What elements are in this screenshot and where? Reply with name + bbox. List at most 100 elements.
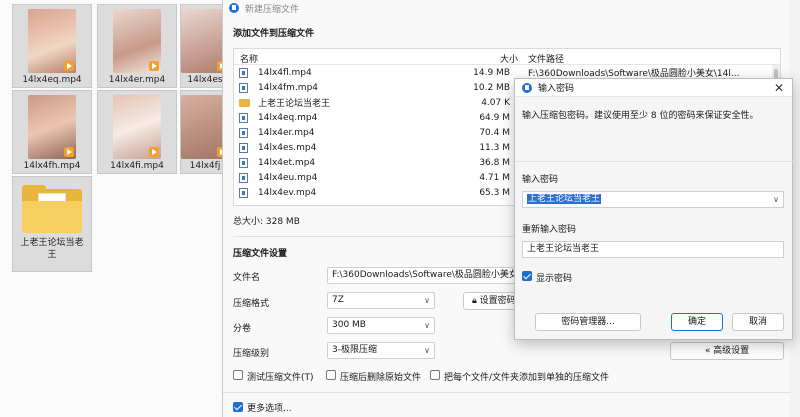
file-size: 36.8 M <box>479 157 510 168</box>
play-icon <box>64 61 74 71</box>
split-label: 分卷 <box>233 324 252 334</box>
file-size: 11.3 M <box>479 142 510 153</box>
video-file-icon <box>239 173 248 183</box>
format-value: 7Z <box>332 295 344 305</box>
ok-button[interactable]: 确定 <box>671 313 723 331</box>
level-select[interactable]: 3-极限压缩 ∨ <box>327 342 435 359</box>
show-password-checkbox[interactable] <box>522 271 532 281</box>
dialog-title: 新建压缩文件 <box>245 4 300 15</box>
tile-label: 14lx4eq.mp4 <box>22 75 82 85</box>
file-name: 14lx4et.mp4 <box>258 157 316 168</box>
file-size: 70.4 M <box>479 127 510 138</box>
play-icon <box>64 147 74 157</box>
set-password-label: 设置密码 <box>479 296 516 306</box>
divider <box>515 161 794 162</box>
file-name: 14lx4ev.mp4 <box>258 187 317 198</box>
split-value: 300 MB <box>332 320 366 330</box>
chevron-down-icon: ∨ <box>424 321 430 330</box>
file-name: 14lx4es.mp4 <box>258 142 317 153</box>
password-hint: 输入压缩包密码。建议使用至少 8 位的密码来保证安全性。 <box>522 111 759 121</box>
app-icon <box>522 82 532 93</box>
folder-icon <box>239 99 250 107</box>
tile-label: 14lx4er.mp4 <box>108 75 166 85</box>
play-icon <box>149 61 159 71</box>
tile-label: 14lx4fh.mp4 <box>23 161 81 171</box>
separate-archives-label: 把每个文件/文件夹添加到单独的压缩文件 <box>444 373 610 383</box>
file-size: 65.3 M <box>479 187 510 198</box>
video-file-icon <box>239 128 248 138</box>
file-name: 上老王论坛当老王 <box>258 99 331 109</box>
level-label: 压缩级别 <box>233 349 270 359</box>
video-file-icon <box>239 143 248 153</box>
chevron-down-icon: ∨ <box>424 296 430 305</box>
video-file-icon <box>239 113 248 123</box>
file-size: 64.9 M <box>479 112 510 123</box>
more-options-checkbox[interactable] <box>233 402 243 412</box>
settings-heading: 压缩文件设置 <box>233 249 288 259</box>
more-options-label[interactable]: 更多选项... <box>247 401 292 414</box>
file-name: 14lx4eu.mp4 <box>258 172 318 183</box>
lock-icon: 🔒︎ <box>472 296 477 306</box>
video-thumbnail <box>28 9 76 73</box>
password-dialog-title: 输入密码 <box>538 84 575 94</box>
file-tile[interactable]: 14lx4er.mp4 <box>97 4 177 88</box>
cancel-button[interactable]: 取消 <box>732 313 784 331</box>
file-name: 14lx4eq.mp4 <box>258 112 318 123</box>
set-password-button[interactable]: 🔒︎ 设置密码 <box>463 292 517 310</box>
file-tile[interactable]: 14lx4eq.mp4 <box>12 4 92 88</box>
password-input[interactable]: 上老王论坛当老王 ∨ <box>522 191 784 208</box>
file-name: 14lx4fl.mp4 <box>258 67 312 78</box>
password-manager-button[interactable]: 密码管理器... <box>535 313 641 331</box>
password-value: 上老王论坛当老王 <box>527 194 602 204</box>
separate-archives-checkbox[interactable] <box>430 370 440 380</box>
file-size: 10.2 MB <box>473 82 510 93</box>
split-select[interactable]: 300 MB ∨ <box>327 317 435 334</box>
file-name: 14lx4fm.mp4 <box>258 82 319 93</box>
file-tile[interactable]: 14lx4fh.mp4 <box>12 90 92 174</box>
tile-label: 上老王论坛当老王 <box>20 238 84 260</box>
delete-original-label: 压缩后删除原始文件 <box>340 373 422 383</box>
video-file-icon <box>239 83 248 93</box>
password-dialog-titlebar: 输入密码 ✕ <box>515 79 792 97</box>
filename-field[interactable]: F:\360Downloads\Software\极品圆脸小美女\ <box>327 267 517 284</box>
file-size: 14.9 MB <box>473 67 510 78</box>
table-header: 名称 大小 文件路径 <box>234 49 780 65</box>
video-thumbnail <box>113 9 161 73</box>
advanced-settings-button[interactable]: « 高级设置 <box>670 342 784 360</box>
column-size[interactable]: 大小 <box>500 52 518 65</box>
column-path[interactable]: 文件路径 <box>528 52 564 65</box>
folder-tile[interactable]: 上老王论坛当老王 <box>12 176 92 272</box>
format-select[interactable]: 7Z ∨ <box>327 292 435 309</box>
reenter-password-input[interactable]: 上老王论坛当老王 <box>522 241 784 258</box>
password-dialog: 输入密码 ✕ 输入压缩包密码。建议使用至少 8 位的密码来保证安全性。 输入密码… <box>514 78 794 340</box>
tile-label: 14lx4fi.mp4 <box>110 161 164 171</box>
column-name[interactable]: 名称 <box>240 52 258 65</box>
video-file-icon <box>239 188 248 198</box>
video-thumbnail <box>113 95 161 159</box>
delete-original-checkbox[interactable] <box>326 370 336 380</box>
video-thumbnail <box>28 95 76 159</box>
test-archive-label: 测试压缩文件(T) <box>247 373 314 383</box>
add-files-heading: 添加文件到压缩文件 <box>233 29 315 39</box>
file-explorer: 14lx4eq.mp4 14lx4er.mp4 14lx4es 14lx4fh.… <box>0 0 230 417</box>
file-size: 4.71 M <box>479 172 510 183</box>
file-name: 14lx4er.mp4 <box>258 127 315 138</box>
chevron-down-icon[interactable]: ∨ <box>773 192 779 207</box>
video-file-icon <box>239 158 248 168</box>
play-icon <box>149 147 159 157</box>
format-label: 压缩格式 <box>233 299 270 309</box>
file-size: 4.07 K <box>481 97 510 108</box>
file-tile[interactable]: 14lx4fi.mp4 <box>97 90 177 174</box>
video-file-icon <box>239 68 248 78</box>
divider <box>223 392 791 393</box>
app-icon <box>229 3 239 13</box>
close-icon[interactable]: ✕ <box>774 81 784 95</box>
reenter-password-label: 重新输入密码 <box>522 225 577 235</box>
chevron-down-icon: ∨ <box>424 346 430 355</box>
folder-icon <box>22 185 82 233</box>
level-value: 3-极限压缩 <box>332 345 377 355</box>
filename-label: 文件名 <box>233 273 261 283</box>
dialog-titlebar: 新建压缩文件 <box>223 0 790 16</box>
test-archive-checkbox[interactable] <box>233 370 243 380</box>
total-size: 总大小: 328 MB <box>233 217 300 227</box>
